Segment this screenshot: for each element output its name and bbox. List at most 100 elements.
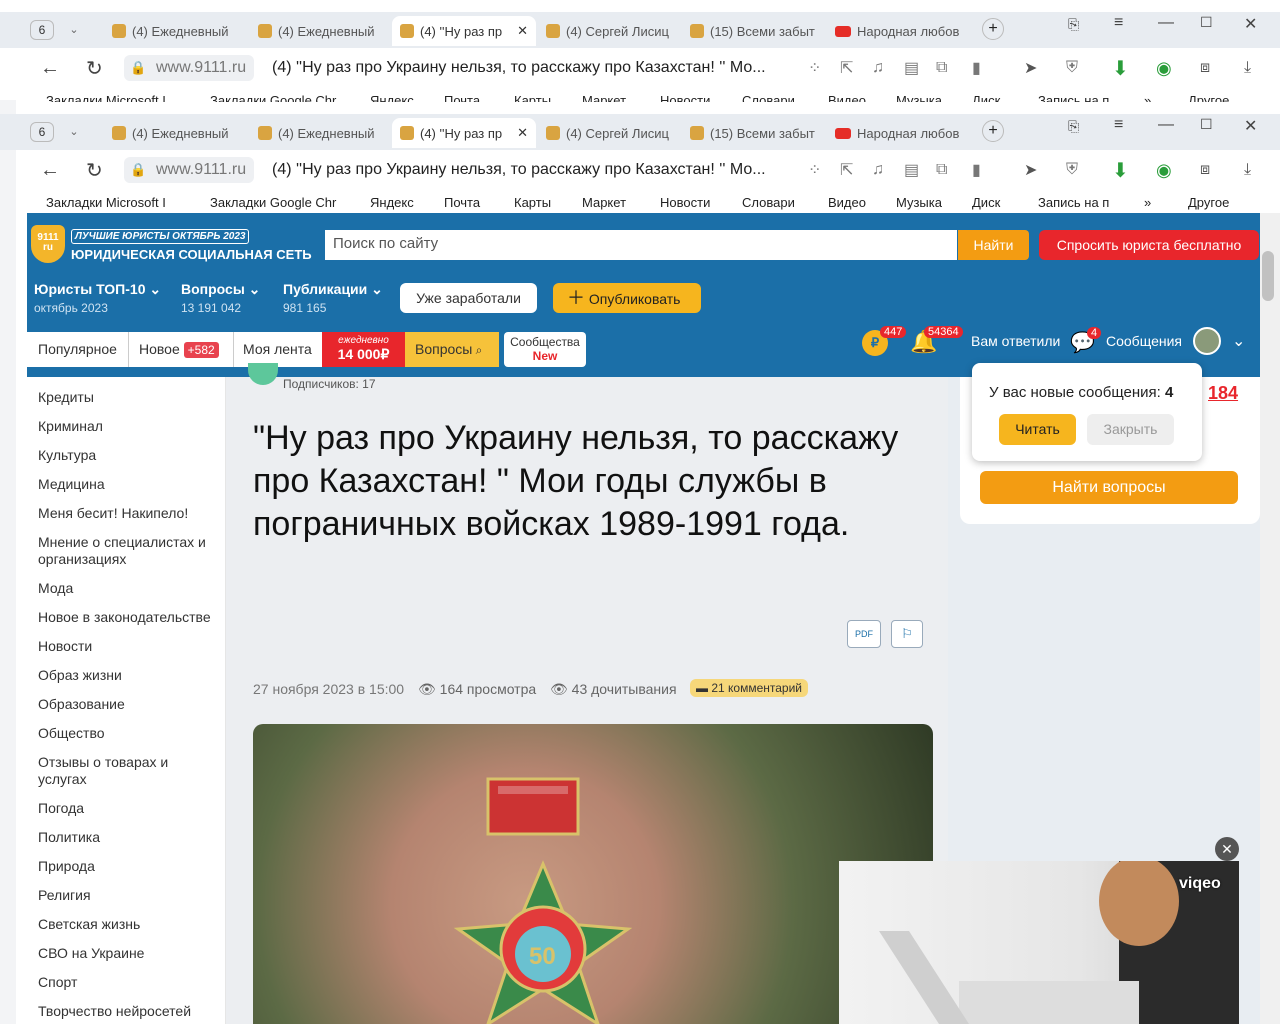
bookmark-item[interactable]: » (1144, 195, 1151, 210)
bookmark-icon[interactable]: ⚐ (891, 620, 923, 648)
tab-new[interactable]: Новое +582 (129, 332, 234, 367)
bookmark-item[interactable]: Словари (742, 195, 795, 210)
menu-item[interactable]: Природа (27, 858, 106, 875)
comments-link[interactable]: ▬ 21 комментарий (690, 679, 808, 697)
minimize-icon[interactable]: — (1158, 14, 1174, 32)
bookmark-icon[interactable]: ▮ (972, 160, 981, 180)
tab-item[interactable]: Народная любов (835, 16, 965, 46)
green-circle-extension-icon[interactable]: ◉ (1156, 160, 1172, 181)
tab-item[interactable]: (4) Ежедневный (258, 118, 388, 148)
menu-item[interactable]: Культура (27, 447, 107, 464)
page-title[interactable]: (4) ''Ну раз про Украину нельзя, то расс… (272, 59, 766, 77)
download-icon[interactable]: ⤓ (1244, 161, 1251, 179)
headphones-icon[interactable]: ♫ (872, 161, 884, 179)
close-window-icon[interactable]: ✕ (1244, 14, 1257, 34)
menu-item[interactable]: Новое в законодательстве (27, 609, 222, 626)
green-circle-extension-icon[interactable]: ◉ (1156, 58, 1172, 79)
menu-item[interactable]: Погода (27, 800, 95, 817)
tab-item[interactable]: (4) Сергей Лисиц (546, 16, 676, 46)
answered-link[interactable]: Вам ответили (971, 333, 1060, 349)
reload-icon[interactable]: ↻ (86, 158, 103, 183)
tab-daily-prize[interactable]: ежедневно 14 000₽ (322, 332, 405, 367)
bookmark-item[interactable]: Словари (742, 93, 795, 102)
download-green-icon[interactable]: ⬇ (1112, 158, 1129, 183)
video-ad[interactable]: viqeo (839, 861, 1239, 1024)
bookmark-item[interactable]: Музыка (896, 93, 942, 102)
bookmark-item[interactable]: Яндекс (370, 195, 414, 210)
menu-item[interactable]: Творчество нейросетей (27, 1003, 202, 1020)
avatar[interactable] (1193, 327, 1221, 355)
menu-item[interactable]: Политика (27, 829, 111, 846)
tab-communities[interactable]: Сообщества New (504, 332, 586, 367)
chevron-down-icon[interactable]: ⌄ (64, 20, 84, 40)
nav-top10[interactable]: Юристы ТОП-10 ⌄ (34, 281, 161, 298)
bookmark-item[interactable]: Видео (828, 195, 866, 210)
page-scrollbar[interactable] (1260, 213, 1280, 1024)
tab-popular[interactable]: Популярное (27, 332, 129, 367)
tab-item[interactable]: (4) Ежедневный (258, 16, 388, 46)
bookmark-item[interactable]: Другое (1188, 195, 1229, 210)
bookmark-item[interactable]: Диск (972, 195, 1000, 210)
new-tab-button[interactable]: + (982, 120, 1004, 142)
minimize-icon[interactable]: — (1158, 116, 1174, 134)
site-logo[interactable]: 9111 ru (31, 225, 65, 263)
chevron-down-icon[interactable]: ⌄ (1232, 331, 1245, 351)
tab-item[interactable]: (4) Сергей Лисиц (546, 118, 676, 148)
menu-item[interactable]: Меня бесит! Накипело! (27, 505, 199, 522)
bookmark-item[interactable]: Запись на п (1038, 93, 1109, 102)
reload-icon[interactable]: ↻ (86, 56, 103, 81)
download-icon[interactable]: ⤓ (1244, 59, 1251, 77)
scrollbar-thumb[interactable] (1262, 251, 1274, 301)
adblock-shield-icon[interactable]: ⛨ (1066, 161, 1078, 179)
menu-item[interactable]: Новости (27, 638, 103, 655)
new-tab-button[interactable]: + (982, 18, 1004, 40)
bookmark-tab-icon[interactable]: ⎘ (1068, 118, 1079, 135)
close-window-icon[interactable]: ✕ (1244, 116, 1257, 136)
bookmark-item[interactable]: Запись на п (1038, 195, 1109, 210)
read-button[interactable]: Читать (999, 414, 1076, 445)
bookmark-item[interactable]: Музыка (896, 195, 942, 210)
bookmark-item[interactable]: Закладки Microsoft I (46, 93, 166, 102)
bookmark-item[interactable]: Закладки Microsoft I (46, 195, 166, 210)
menu-item[interactable]: Образ жизни (27, 667, 133, 684)
extensions-icon[interactable]: ⁘ (808, 160, 821, 180)
menu-item[interactable]: Образование (27, 696, 136, 713)
article-image[interactable]: 50 (253, 724, 933, 1024)
bookmark-item[interactable]: Новости (660, 195, 710, 210)
close-icon[interactable]: ✕ (517, 23, 528, 39)
bookmark-item[interactable]: » (1144, 93, 1151, 102)
ask-lawyer-button[interactable]: Спросить юриста бесплатно (1039, 230, 1259, 260)
bookmark-item[interactable]: Карты (514, 93, 551, 102)
downloads-list-icon[interactable]: ⧉ (936, 161, 947, 179)
tab-item[interactable]: (4) Ежедневный (112, 118, 242, 148)
close-video-icon[interactable]: ✕ (1215, 837, 1239, 861)
cursor-extension-icon[interactable]: ➤ (1024, 160, 1037, 180)
headphones-icon[interactable]: ♫ (872, 59, 884, 77)
adblock-shield-icon[interactable]: ⛨ (1066, 59, 1078, 77)
tab-item[interactable]: (15) Всеми забыт (690, 16, 820, 46)
url-host[interactable]: www.9111.ru (156, 59, 246, 77)
menu-item[interactable]: Религия (27, 887, 102, 904)
bookmark-item[interactable]: Почта (444, 93, 480, 102)
menu-item[interactable]: Мнение о специалистах и организациях (27, 534, 222, 568)
maximize-icon[interactable]: ☐ (1200, 116, 1213, 133)
extensions-icon[interactable]: ⁘ (808, 58, 821, 78)
tab-count-button[interactable]: 6 (30, 122, 54, 142)
menu-item[interactable]: Кредиты (27, 389, 105, 406)
author-avatar[interactable] (248, 363, 278, 385)
menu-item[interactable]: Спорт (27, 974, 88, 991)
bookmark-item[interactable]: Почта (444, 195, 480, 210)
messages-link[interactable]: Сообщения (1106, 333, 1182, 349)
bookmark-icon[interactable]: ▮ (972, 58, 981, 78)
bookmark-item[interactable]: Яндекс (370, 93, 414, 102)
menu-item[interactable]: СВО на Украине (27, 945, 155, 962)
tab-item[interactable]: (4) Ежедневный (112, 16, 242, 46)
bookmark-item[interactable]: Карты (514, 195, 551, 210)
cursor-extension-icon[interactable]: ➤ (1024, 58, 1037, 78)
page-title[interactable]: (4) ''Ну раз про Украину нельзя, то расс… (272, 161, 766, 179)
bookmark-item[interactable]: Закладки Google Chr (210, 195, 336, 210)
menu-item[interactable]: Общество (27, 725, 116, 742)
bookmark-tab-icon[interactable]: ⎘ (1068, 16, 1079, 33)
nav-questions[interactable]: Вопросы ⌄ (181, 281, 260, 298)
tab-item[interactable]: (15) Всеми забыт (690, 118, 820, 148)
